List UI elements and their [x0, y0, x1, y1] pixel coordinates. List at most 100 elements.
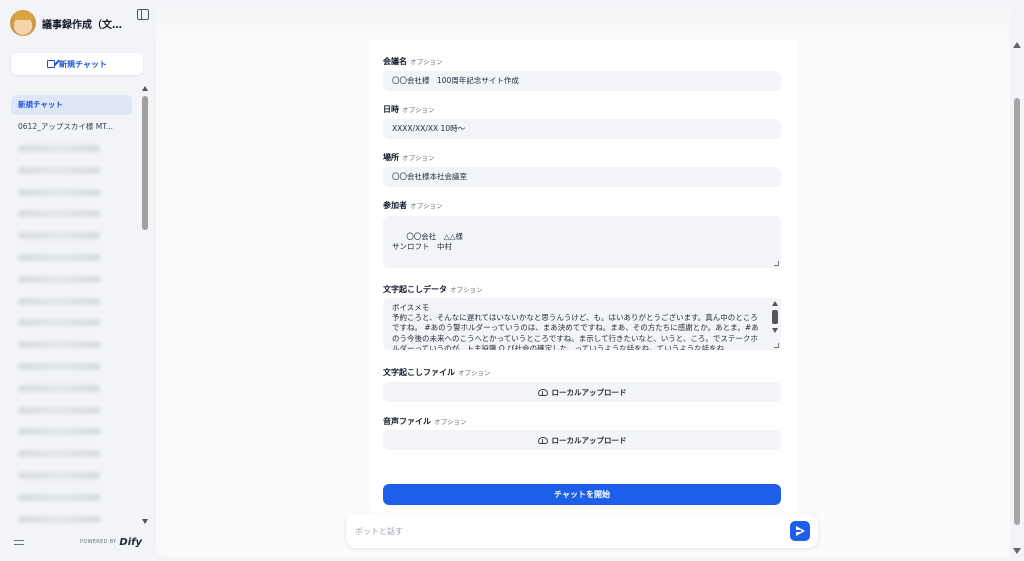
- datetime-input[interactable]: XXXX/XX/XX 10時～: [383, 119, 781, 139]
- optional-tag: オプション: [410, 202, 443, 210]
- transcript-file-label-text: 文字起こしファイル: [383, 368, 455, 377]
- audio-file-label-text: 音声ファイル: [383, 417, 431, 426]
- conversation-item[interactable]: [11, 226, 132, 246]
- blurred-title: [18, 145, 100, 153]
- scroll-down-icon[interactable]: [1013, 548, 1021, 554]
- meeting-name-input[interactable]: 〇〇会社様 100周年記念サイト作成: [383, 71, 781, 91]
- optional-tag: オプション: [410, 58, 443, 66]
- app-title: 議事録作成（文...: [42, 19, 122, 31]
- conversation-item[interactable]: [11, 204, 132, 224]
- place-label: 場所 オプション: [383, 152, 435, 163]
- blurred-title: [18, 450, 100, 458]
- scrollbar-thumb[interactable]: [1014, 98, 1020, 525]
- blurred-title: [18, 472, 100, 480]
- powered-by-label: POWERED BY: [80, 539, 117, 545]
- datetime-label: 日時 オプション: [383, 104, 435, 115]
- scroll-up-icon[interactable]: [1013, 42, 1021, 48]
- transcript-label: 文字起こしデータ オプション: [383, 284, 483, 295]
- cloud-upload-icon: [537, 388, 548, 396]
- transcript-file-label: 文字起こしファイル オプション: [383, 367, 491, 378]
- participants-value: 〇〇会社 △△様 サンロフト 中村: [392, 232, 463, 251]
- scroll-down-icon[interactable]: [142, 519, 148, 524]
- datetime-label-text: 日時: [383, 105, 399, 114]
- optional-tag: オプション: [450, 286, 483, 294]
- audio-file-upload-button[interactable]: ローカルアップロード: [383, 430, 781, 450]
- conversation-item[interactable]: [11, 357, 132, 377]
- optional-tag: オプション: [402, 154, 435, 162]
- participants-label-text: 参加者: [383, 201, 407, 210]
- conversation-item[interactable]: [11, 160, 132, 180]
- new-chat-label: 新規チャット: [59, 59, 107, 69]
- audio-file-label: 音声ファイル オプション: [383, 416, 467, 427]
- chat-input-box: [346, 514, 818, 548]
- meeting-name-label: 会議名 オプション: [383, 56, 443, 67]
- send-icon[interactable]: [790, 521, 810, 541]
- blurred-title: [18, 210, 100, 218]
- conversation-item[interactable]: [11, 182, 132, 202]
- blurred-title: [18, 166, 100, 174]
- conversation-item[interactable]: [11, 466, 132, 486]
- sidebar-toggle-icon[interactable]: [137, 9, 149, 20]
- sidebar-scrollbar[interactable]: [141, 84, 150, 526]
- sidebar-footer: POWERED BY Dify: [14, 535, 142, 549]
- conversation-item[interactable]: [11, 313, 132, 333]
- conversation-item[interactable]: [11, 378, 132, 398]
- transcript-value: ボイスメモ 予約ころと、そんなに遅れてはいないかなと思うんうけど、も。はいありが…: [392, 303, 759, 350]
- place-label-text: 場所: [383, 153, 399, 162]
- blurred-title: [18, 232, 100, 240]
- transcript-scrollbar[interactable]: [771, 301, 779, 345]
- blurred-title: [18, 319, 100, 327]
- conversation-item[interactable]: [11, 422, 132, 442]
- settings-icon[interactable]: [14, 538, 24, 547]
- blurred-title: [18, 363, 100, 371]
- participants-textarea[interactable]: 〇〇会社 △△様 サンロフト 中村: [383, 216, 781, 268]
- blurred-title: [18, 297, 100, 305]
- scrollbar-thumb[interactable]: [772, 310, 778, 324]
- blurred-title: [18, 493, 100, 501]
- main-panel: 会議名 オプション 〇〇会社様 100周年記念サイト作成 日時 オプション XXXX…: [156, 6, 1018, 557]
- conversation-item[interactable]: [11, 509, 132, 529]
- edit-icon: [47, 60, 56, 68]
- conversation-item[interactable]: [11, 335, 132, 355]
- blurred-title: [18, 275, 100, 283]
- powered-by: POWERED BY Dify: [80, 537, 142, 548]
- conversation-item[interactable]: [11, 444, 132, 464]
- sidebar: 議事録作成（文... 新規チャット 新規チャット 0612_アップスカイ様 MT.…: [0, 0, 153, 561]
- inputs-form: 会議名 オプション 〇〇会社様 100周年記念サイト作成 日時 オプション XXXX…: [369, 40, 797, 516]
- optional-tag: オプション: [434, 418, 467, 426]
- transcript-label-text: 文字起こしデータ: [383, 285, 447, 294]
- transcript-textarea[interactable]: ボイスメモ 予約ころと、そんなに遅れてはいないかなと思うんうけど、も。はいありが…: [383, 298, 781, 350]
- blurred-title: [18, 406, 100, 414]
- optional-tag: オプション: [458, 369, 491, 377]
- conversation-item[interactable]: [11, 248, 132, 268]
- blurred-title: [18, 428, 100, 436]
- conversation-item[interactable]: [11, 400, 132, 420]
- new-chat-button[interactable]: 新規チャット: [11, 53, 143, 75]
- main-header-area: [156, 6, 1018, 40]
- scrollbar-thumb[interactable]: [142, 96, 148, 230]
- cloud-upload-icon: [537, 436, 548, 444]
- conversation-item[interactable]: [11, 291, 132, 311]
- resize-handle[interactable]: [774, 343, 779, 348]
- blurred-title: [18, 254, 100, 262]
- resize-handle[interactable]: [774, 261, 779, 266]
- scroll-up-icon[interactable]: [142, 86, 148, 91]
- upload-label: ローカルアップロード: [551, 435, 627, 445]
- conversation-item[interactable]: [11, 139, 132, 159]
- conversation-item[interactable]: 新規チャット: [11, 95, 132, 115]
- blurred-title: [18, 188, 100, 196]
- conversation-item[interactable]: [11, 269, 132, 289]
- start-chat-button[interactable]: チャットを開始: [383, 484, 781, 505]
- conversation-item[interactable]: 0612_アップスカイ様 MT...: [11, 117, 132, 137]
- blurred-title: [18, 384, 100, 392]
- app-header: 議事録作成（文...: [10, 8, 146, 38]
- place-input[interactable]: 〇〇会社様本社会議室: [383, 167, 781, 187]
- chat-input[interactable]: [355, 523, 775, 539]
- scroll-up-icon[interactable]: [772, 301, 778, 306]
- dify-logo: Dify: [119, 536, 142, 548]
- transcript-file-upload-button[interactable]: ローカルアップロード: [383, 382, 781, 402]
- conversation-item[interactable]: [11, 487, 132, 507]
- scroll-down-icon[interactable]: [772, 328, 778, 333]
- upload-label: ローカルアップロード: [551, 387, 627, 397]
- main-scrollbar[interactable]: [1010, 0, 1024, 561]
